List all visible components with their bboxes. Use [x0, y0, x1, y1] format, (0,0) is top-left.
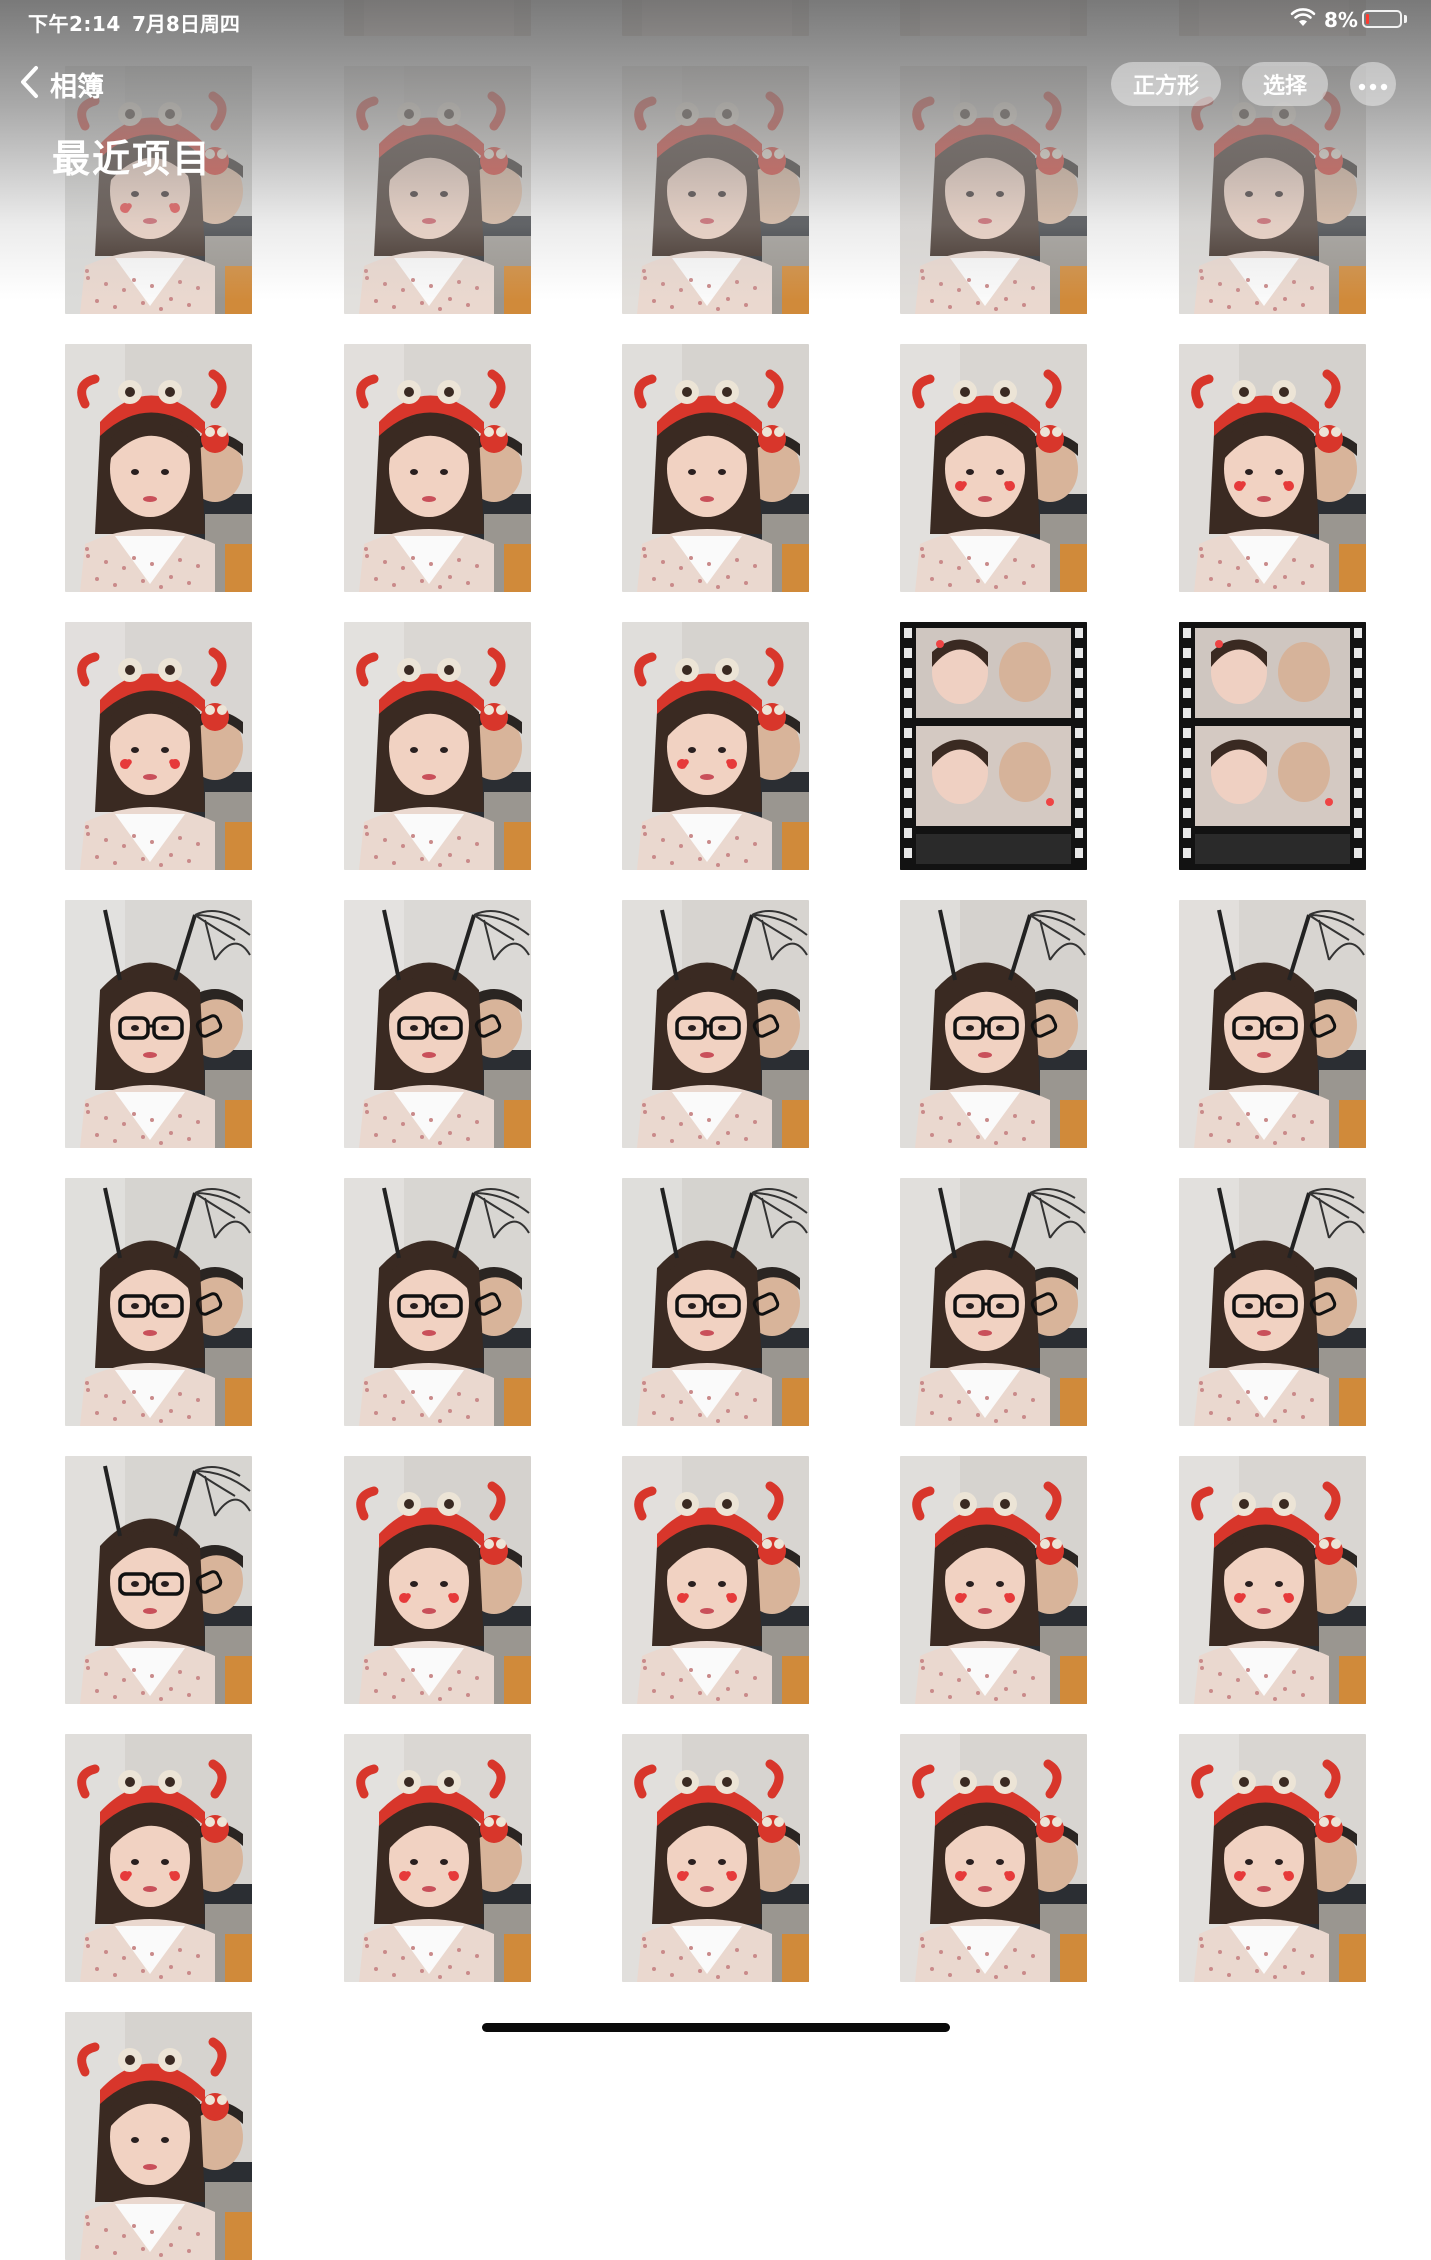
home-indicator[interactable] [482, 2023, 950, 2032]
status-time: 下午2:14 [28, 12, 121, 36]
photo-thumbnail[interactable] [344, 1456, 531, 1704]
photo-thumbnail[interactable] [622, 622, 809, 870]
ellipsis-icon [1358, 72, 1388, 97]
photo-thumbnail[interactable] [622, 900, 809, 1148]
page-title: 最近项目 [52, 137, 213, 181]
select-button[interactable]: 选择 [1242, 62, 1328, 106]
photo-thumbnail[interactable] [65, 2012, 252, 2260]
photo-thumbnail[interactable] [344, 1178, 531, 1426]
back-label: 相簿 [50, 71, 104, 103]
more-button[interactable] [1350, 62, 1396, 106]
photo-thumbnail[interactable] [1179, 900, 1366, 1148]
photo-thumbnail[interactable] [1179, 344, 1366, 592]
chevron-left-icon [18, 64, 40, 104]
square-aspect-button[interactable]: 正方形 [1111, 62, 1221, 106]
battery-icon [1362, 10, 1402, 28]
status-bar: 下午2:14 7月8日周四 8% [0, 0, 1431, 40]
photo-thumbnail[interactable] [900, 1456, 1087, 1704]
photo-thumbnail[interactable] [344, 1734, 531, 1982]
photo-thumbnail[interactable] [622, 1456, 809, 1704]
photo-thumbnail[interactable] [65, 622, 252, 870]
status-date: 7月8日周四 [132, 12, 240, 36]
photo-thumbnail[interactable] [344, 344, 531, 592]
photo-grid [0, 0, 1431, 2260]
photo-thumbnail[interactable] [900, 344, 1087, 592]
photo-thumbnail[interactable] [900, 1178, 1087, 1426]
photo-thumbnail[interactable] [1179, 622, 1366, 870]
photo-thumbnail[interactable] [1179, 1456, 1366, 1704]
photo-thumbnail[interactable] [65, 1734, 252, 1982]
battery-percentage: 8% [1324, 8, 1358, 32]
photo-thumbnail[interactable] [622, 344, 809, 592]
photo-thumbnail[interactable] [622, 1734, 809, 1982]
photo-thumbnail[interactable] [1179, 1734, 1366, 1982]
photo-thumbnail[interactable] [65, 900, 252, 1148]
battery-tip [1404, 15, 1407, 23]
back-button[interactable]: 相簿 [18, 62, 104, 106]
photo-thumbnail[interactable] [622, 66, 809, 314]
photo-thumbnail[interactable] [900, 66, 1087, 314]
photo-thumbnail[interactable] [344, 900, 531, 1148]
photo-thumbnail[interactable] [1179, 1178, 1366, 1426]
photo-thumbnail[interactable] [900, 900, 1087, 1148]
photo-thumbnail[interactable] [622, 1178, 809, 1426]
photo-thumbnail[interactable] [65, 1456, 252, 1704]
battery-level [1366, 14, 1369, 24]
photo-thumbnail[interactable] [900, 1734, 1087, 1982]
wifi-icon [1290, 8, 1316, 33]
photo-thumbnail[interactable] [65, 1178, 252, 1426]
photo-thumbnail[interactable] [344, 622, 531, 870]
photo-thumbnail[interactable] [344, 66, 531, 314]
photo-thumbnail[interactable] [65, 344, 252, 592]
photo-thumbnail[interactable] [900, 622, 1087, 870]
